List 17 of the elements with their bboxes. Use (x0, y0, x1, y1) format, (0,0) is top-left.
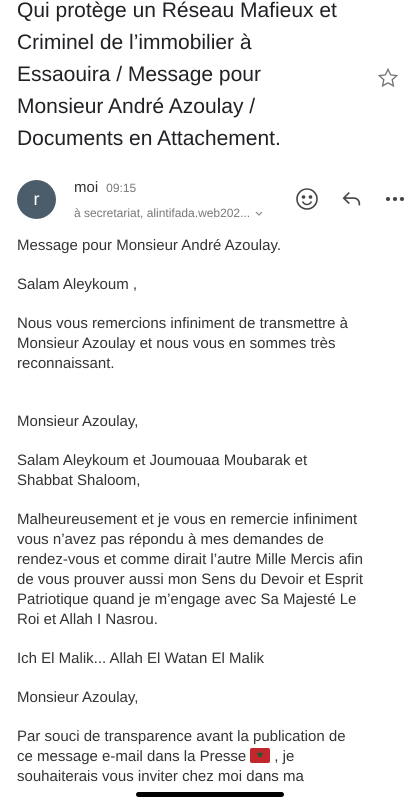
body-paragraph: Ich El Malik... Allah El Watan El Malik (17, 648, 266, 668)
body-paragraph: Message pour Monsieur André Azoulay. (17, 236, 282, 256)
body-paragraph: Par souci de transparence avant la publication de ce message e-mail dans la Presse , je souhaiterais vous inviter chez moi dans ma (17, 726, 347, 786)
body-paragraph: Malheureusement et je vous en remercie infiniment vous n’avez pas répondu à mes demandes de rendez-vous et comme dirait l’autre Mille Mercis afin de vous prouver aussi mon Sens du Devoir et Esprit Patriotique quand je m’engage avec Sa Majesté Le Roi et Allah I Nasrou. (17, 510, 364, 630)
body-paragraph: Monsieur Azoulay, (17, 412, 140, 432)
email-subject: Qui protège un Réseau Mafieux et Criminel de l’immobilier à Essaouira / Message pour Monsieur André Azoulay / Documents en Attachement. (17, 0, 337, 152)
recipients-dropdown[interactable]: à secretariat, alintifada.web202... (74, 204, 264, 222)
message-time: 09:15 (106, 180, 136, 197)
more-options-button[interactable] (385, 196, 405, 202)
body-paragraph: Nous vous remercions infiniment de transmettre à Monsieur Azoulay et nous vous en sommes très reconnaissant. (17, 314, 349, 374)
emoji-reaction-button[interactable] (295, 187, 319, 212)
sender-name: moi (74, 178, 98, 198)
body-paragraph: Monsieur Azoulay, (17, 688, 140, 708)
body-paragraph: Salam Aleykoum et Joumouaa Moubarak et Shabbat Shaloom, (17, 450, 308, 490)
body-paragraph: Salam Aleykoum , (17, 274, 138, 294)
sender-avatar: r (17, 180, 56, 219)
flag-icon (250, 748, 270, 762)
